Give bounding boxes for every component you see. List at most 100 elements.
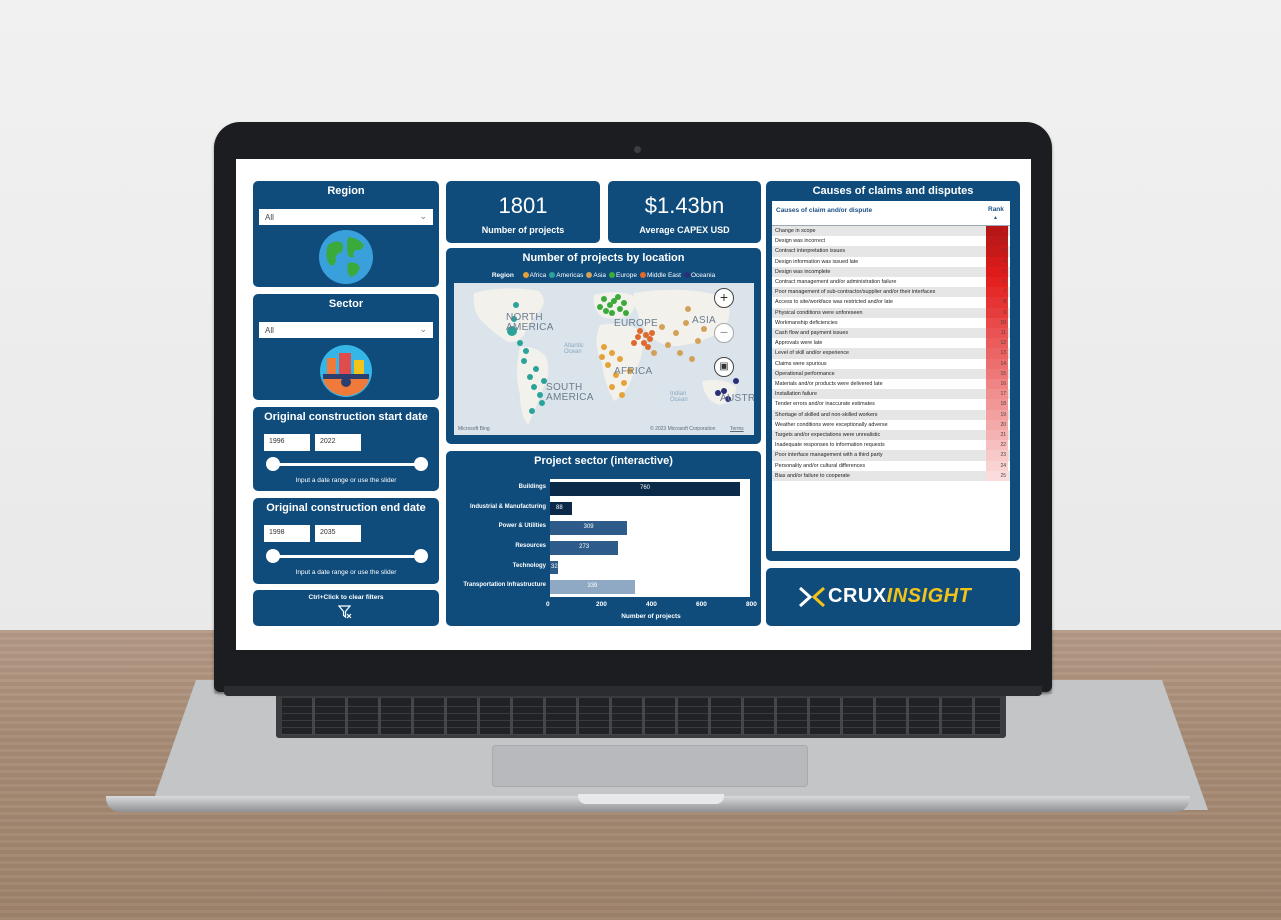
- cause-cell: Poor management of sub-contractor/suppli…: [775, 289, 936, 296]
- project-marker[interactable]: [529, 408, 535, 414]
- legend-label[interactable]: Oceania: [691, 272, 715, 279]
- project-marker[interactable]: [513, 302, 519, 308]
- project-marker[interactable]: [533, 366, 539, 372]
- project-marker[interactable]: [605, 362, 611, 368]
- world-map[interactable]: NORTH AMERICA EUROPE ASIA AFRICA SOUTH A…: [454, 283, 754, 435]
- legend-label[interactable]: Middle East: [647, 272, 681, 279]
- sector-dropdown[interactable]: All ⌄: [259, 322, 433, 338]
- project-marker[interactable]: [649, 330, 655, 336]
- project-marker[interactable]: [621, 380, 627, 386]
- table-row[interactable]: Tender errors and/or inaccurate estimate…: [772, 399, 1010, 410]
- project-marker[interactable]: [527, 374, 533, 380]
- clear-filters-button[interactable]: Ctrl+Click to clear filters: [253, 590, 439, 626]
- table-row[interactable]: Design was incomplete 5: [772, 266, 1010, 277]
- end-date-from-input[interactable]: 1998: [264, 525, 310, 542]
- project-marker[interactable]: [651, 350, 657, 356]
- legend-label[interactable]: Asia: [593, 272, 606, 279]
- table-row[interactable]: Physical conditions were unforeseen 9: [772, 307, 1010, 318]
- project-marker[interactable]: [521, 358, 527, 364]
- zoom-in-icon[interactable]: +: [714, 288, 734, 308]
- legend-label[interactable]: Africa: [530, 272, 547, 279]
- table-row[interactable]: Workmanship deficiencies 10: [772, 317, 1010, 328]
- region-dropdown[interactable]: All ⌄: [259, 209, 433, 225]
- project-marker[interactable]: [683, 320, 689, 326]
- project-marker[interactable]: [665, 342, 671, 348]
- start-date-from-input[interactable]: 1996: [264, 434, 310, 451]
- project-marker[interactable]: [673, 330, 679, 336]
- project-marker[interactable]: [677, 350, 683, 356]
- project-marker[interactable]: [537, 392, 543, 398]
- table-row[interactable]: Cash flow and payment issues 11: [772, 328, 1010, 339]
- table-row[interactable]: Claims were spurious 14: [772, 358, 1010, 369]
- causes-column-header[interactable]: Causes of claim and/or dispute: [776, 207, 872, 214]
- project-marker[interactable]: [631, 340, 637, 346]
- table-row[interactable]: Contract interpretation issues 3: [772, 246, 1010, 257]
- table-row[interactable]: Shortage of skilled and non-skilled work…: [772, 409, 1010, 420]
- project-marker[interactable]: [695, 338, 701, 344]
- project-marker[interactable]: [689, 356, 695, 362]
- table-row[interactable]: Design was incorrect 2: [772, 236, 1010, 247]
- project-marker[interactable]: [621, 300, 627, 306]
- project-marker[interactable]: [659, 324, 665, 330]
- table-row[interactable]: Personality and/or cultural differences 2…: [772, 460, 1010, 471]
- table-row[interactable]: Materials and/or products were delivered…: [772, 379, 1010, 390]
- start-date-slider-max-handle[interactable]: [414, 457, 428, 471]
- project-marker[interactable]: [733, 378, 739, 384]
- table-row[interactable]: Inadequate responses to information requ…: [772, 440, 1010, 451]
- sector-chart-plot[interactable]: [550, 479, 750, 597]
- table-row[interactable]: Design information was issued late 4: [772, 256, 1010, 267]
- project-marker[interactable]: [623, 310, 629, 316]
- legend-label[interactable]: Europe: [616, 272, 637, 279]
- table-row[interactable]: Poor interface management with a third p…: [772, 450, 1010, 461]
- causes-table[interactable]: Causes of claim and/or dispute Rank ▲ Ch…: [772, 201, 1010, 551]
- project-marker[interactable]: [531, 384, 537, 390]
- legend-label[interactable]: Americas: [556, 272, 583, 279]
- project-marker[interactable]: [701, 326, 707, 332]
- table-row[interactable]: Weather conditions were exceptionally ad…: [772, 419, 1010, 430]
- project-marker[interactable]: [617, 356, 623, 362]
- map-select-icon[interactable]: ▣: [714, 357, 734, 377]
- project-marker[interactable]: [609, 310, 615, 316]
- table-row[interactable]: Access to site/workface was restricted a…: [772, 297, 1010, 308]
- project-marker[interactable]: [609, 384, 615, 390]
- project-marker[interactable]: [523, 348, 529, 354]
- map-terms-link[interactable]: Terms: [730, 426, 744, 432]
- project-marker[interactable]: [635, 334, 641, 340]
- project-marker[interactable]: [539, 400, 545, 406]
- table-row[interactable]: Targets and/or expectations were unreali…: [772, 430, 1010, 441]
- table-row[interactable]: Poor management of sub-contractor/suppli…: [772, 287, 1010, 298]
- rank-column-header[interactable]: Rank: [988, 206, 1004, 213]
- table-row[interactable]: Bias and/or failure to cooperate 25: [772, 470, 1010, 481]
- project-marker[interactable]: [615, 294, 621, 300]
- table-row[interactable]: Approvals were late 12: [772, 338, 1010, 349]
- project-marker[interactable]: [601, 344, 607, 350]
- table-row[interactable]: Change in scope 1: [772, 226, 1010, 237]
- start-date-slider-min-handle[interactable]: [266, 457, 280, 471]
- project-marker[interactable]: [609, 350, 615, 356]
- crux-logo-icon: [798, 586, 826, 608]
- project-marker[interactable]: [599, 354, 605, 360]
- end-date-slider-track[interactable]: [273, 555, 423, 558]
- start-date-to-input[interactable]: 2022: [315, 434, 361, 451]
- project-marker[interactable]: [647, 336, 653, 342]
- cause-cell: Design information was issued late: [775, 258, 859, 265]
- end-date-slider-min-handle[interactable]: [266, 549, 280, 563]
- cause-cell: Shortage of skilled and non-skilled work…: [775, 411, 878, 418]
- x-tick-label: 800: [746, 601, 757, 608]
- end-date-to-input[interactable]: 2035: [315, 525, 361, 542]
- zoom-out-icon[interactable]: −: [714, 323, 734, 343]
- start-date-slider-track[interactable]: [273, 463, 423, 466]
- end-date-slider-max-handle[interactable]: [414, 549, 428, 563]
- project-marker[interactable]: [685, 306, 691, 312]
- project-marker[interactable]: [597, 304, 603, 310]
- table-row[interactable]: Level of skill and/or experience 13: [772, 348, 1010, 359]
- project-marker[interactable]: [617, 306, 623, 312]
- project-marker[interactable]: [619, 392, 625, 398]
- table-row[interactable]: Installation failure 17: [772, 389, 1010, 400]
- project-marker[interactable]: [603, 308, 609, 314]
- project-marker[interactable]: [517, 340, 523, 346]
- project-marker[interactable]: [601, 296, 607, 302]
- table-row[interactable]: Contract management and/or administratio…: [772, 277, 1010, 288]
- table-row[interactable]: Operational performance 15: [772, 368, 1010, 379]
- project-marker[interactable]: [645, 344, 651, 350]
